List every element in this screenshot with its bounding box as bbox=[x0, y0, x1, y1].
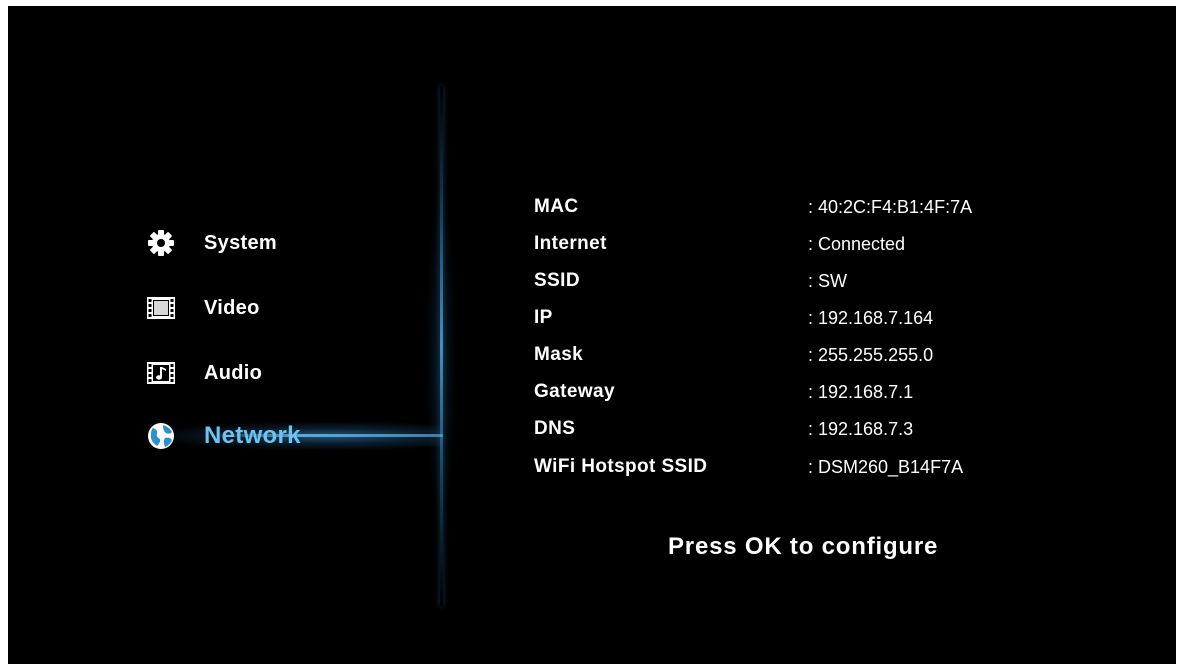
info-key: Gateway bbox=[534, 381, 615, 402]
menu-item-system[interactable]: System bbox=[146, 225, 277, 261]
info-row-internet: Internet : Connected bbox=[534, 229, 1054, 259]
info-row-mask: Mask : 255.255.255.0 bbox=[534, 340, 1054, 370]
menu-item-label: Audio bbox=[204, 361, 263, 384]
info-row-gateway: Gateway : 192.168.7.1 bbox=[534, 377, 1054, 407]
menu-item-video[interactable]: Video bbox=[146, 290, 260, 326]
menu-item-label: System bbox=[204, 231, 277, 254]
info-value: : 255.255.255.0 bbox=[808, 345, 934, 365]
menu-item-label: Network bbox=[204, 422, 301, 449]
menu-item-network[interactable]: Network bbox=[146, 418, 301, 454]
info-key: IP bbox=[534, 307, 553, 328]
info-value: : DSM260_B14F7A bbox=[808, 457, 964, 477]
info-key: DNS bbox=[534, 418, 576, 439]
info-row-ssid: SSID : SW bbox=[534, 266, 1054, 296]
info-row-dns: DNS : 192.168.7.3 bbox=[534, 414, 1054, 444]
globe-icon bbox=[146, 421, 176, 451]
info-value: : 192.168.7.164 bbox=[808, 308, 934, 328]
info-value: : Connected bbox=[808, 234, 906, 254]
settings-screen: System Video Audio Network MAC: 40:2C:F… bbox=[8, 6, 1176, 664]
menu-item-label: Video bbox=[204, 296, 260, 319]
music-note-icon bbox=[146, 358, 176, 388]
configure-prompt: Press OK to configure bbox=[668, 533, 939, 560]
info-value: : 192.168.7.3 bbox=[808, 419, 914, 439]
info-key: Internet bbox=[534, 233, 607, 254]
menu-item-audio[interactable]: Audio bbox=[146, 355, 262, 391]
info-key: WiFi Hotspot SSID bbox=[534, 456, 708, 477]
info-key: MAC bbox=[534, 196, 579, 217]
info-value: : 40:2C:F4:B1:4F:7A bbox=[808, 197, 973, 217]
film-icon bbox=[146, 293, 176, 323]
info-row-ip: IP : 192.168.7.164 bbox=[534, 303, 1054, 333]
info-key: Mask bbox=[534, 344, 584, 365]
info-row-wifi-hotspot-ssid: WiFi Hotspot SSID : DSM260_B14F7A bbox=[534, 452, 1054, 482]
info-key: SSID bbox=[534, 270, 580, 291]
info-row-mac: MAC : 40:2C:F4:B1:4F:7A bbox=[534, 192, 1054, 222]
info-value: : 192.168.7.1 bbox=[808, 382, 914, 402]
info-value: : SW bbox=[808, 271, 847, 291]
vertical-divider bbox=[440, 86, 443, 606]
gear-icon bbox=[146, 228, 176, 258]
